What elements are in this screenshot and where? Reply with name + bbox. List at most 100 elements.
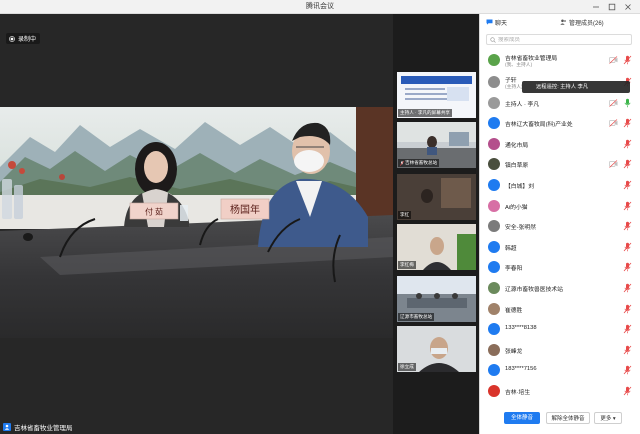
mic-muted-icon[interactable]	[623, 180, 632, 190]
member-search[interactable]	[486, 34, 632, 45]
thumbnail-label-text: 李红梅	[400, 262, 414, 267]
thumbnail-label: 李红梅	[398, 261, 416, 269]
member-name: 张峰龙	[505, 348, 523, 355]
member-role: (主持人)	[505, 85, 523, 90]
member-avatar	[488, 76, 500, 88]
chat-icon	[486, 19, 493, 25]
search-icon	[490, 36, 496, 43]
member-avatar	[488, 96, 500, 109]
active-speaker-name: 吉林省畜牧业管理局	[14, 424, 73, 432]
camera-off-icon[interactable]	[609, 56, 618, 64]
member-avatar	[488, 158, 500, 171]
main-video: 付 茹 杨国年	[0, 107, 393, 338]
person-left-face	[144, 151, 168, 183]
member-row[interactable]: 崔德胜	[480, 299, 640, 319]
member-row[interactable]: Ai的小猫	[480, 196, 640, 216]
mic-muted-icon[interactable]	[623, 283, 632, 293]
mic-muted-icon[interactable]	[623, 324, 632, 334]
member-row[interactable]: 183****7156	[480, 360, 640, 380]
camera-off-icon[interactable]	[609, 98, 618, 107]
member-name: 韩超	[505, 245, 517, 252]
tab-members-label: 管理成员(26)	[569, 20, 604, 27]
thumbnail-video[interactable]: 李红梅	[397, 224, 476, 270]
member-avatar	[488, 323, 500, 336]
mic-muted-icon[interactable]	[623, 304, 632, 314]
member-avatar	[488, 343, 500, 356]
member-avatar	[488, 54, 500, 66]
search-input[interactable]	[498, 36, 618, 43]
thumbnail-video[interactable]: 吉林省畜牧总站	[397, 122, 476, 168]
water-bottle	[2, 179, 12, 219]
tooltip-text: 远程遥控: 主持人 李凡	[536, 84, 589, 90]
member-row[interactable]: 133****8138	[480, 319, 640, 339]
conference-room-video: 付 茹 杨国年	[0, 107, 393, 338]
person-icon	[3, 422, 11, 431]
mic-muted-icon[interactable]	[623, 365, 632, 375]
camera-off-icon[interactable]	[609, 119, 618, 127]
member-row[interactable]: 安全-张明然	[480, 216, 640, 236]
title-bar: 腾讯会议	[0, 0, 640, 14]
member-role: (我、主持人)	[505, 63, 533, 68]
mic-muted-icon[interactable]	[623, 118, 632, 128]
recording-indicator[interactable]: 录制中	[6, 33, 41, 44]
member-name: 崔德胜	[505, 307, 523, 314]
mic-muted-icon[interactable]	[623, 345, 632, 355]
thumbnail-screen-share[interactable]: 主持人 · 李凡的屏幕共享	[397, 72, 476, 118]
member-avatar	[488, 240, 500, 253]
unmute-all-button[interactable]: 解除全体静音	[546, 412, 590, 424]
close-icon[interactable]	[624, 3, 632, 11]
member-name: 李春阳	[505, 266, 523, 273]
member-row[interactable]: 镇白草原	[480, 154, 640, 174]
recording-label: 录制中	[18, 37, 37, 43]
member-row[interactable]: 吉林·培生	[480, 381, 640, 401]
thumbnail-label-text: 吉林省畜牧总站	[405, 160, 438, 165]
thumbnail-video[interactable]: 李红	[397, 174, 476, 220]
camera-off-icon[interactable]	[609, 160, 618, 169]
member-row[interactable]: 通化市局	[480, 134, 640, 154]
more-button[interactable]: 更多 ▾	[594, 412, 622, 424]
member-avatar	[488, 385, 500, 397]
window-title: 腾讯会议	[306, 3, 334, 10]
thumbnail-label: 主持人 · 李凡的屏幕共享	[398, 109, 453, 117]
member-avatar	[488, 117, 500, 130]
member-name: 通化市局	[505, 142, 529, 149]
minimize-icon[interactable]	[592, 3, 600, 11]
member-row[interactable]: 张峰龙	[480, 340, 640, 360]
water-bottle	[180, 205, 188, 221]
member-name: 辽源市畜牧兽医技术站	[505, 287, 563, 293]
active-speaker-label: 吉林省畜牧业管理局	[3, 421, 73, 432]
member-row[interactable]: 李春阳	[480, 257, 640, 277]
member-row[interactable]: 吉林辽大畜牧局(科)产业处	[480, 113, 640, 133]
member-avatar	[488, 282, 500, 294]
member-name: 133****8138	[505, 325, 537, 332]
member-avatar	[488, 199, 500, 212]
thumbnail-video[interactable]: 徐立成	[397, 326, 476, 372]
mic-muted-icon[interactable]	[623, 55, 632, 65]
mic-icon[interactable]	[623, 98, 632, 108]
member-avatar	[488, 302, 500, 315]
thumbnail-video[interactable]: 辽源市畜牧总站	[397, 276, 476, 322]
mic-muted-icon[interactable]	[623, 242, 632, 252]
member-row[interactable]: 主持人 · 李凡	[480, 93, 640, 113]
mute-all-button[interactable]: 全体静音	[504, 412, 540, 424]
maximize-icon[interactable]	[608, 3, 616, 11]
name-placard-left-text: 付 茹	[145, 207, 163, 217]
mic-muted-icon[interactable]	[623, 201, 632, 211]
member-avatar	[488, 261, 500, 274]
member-row[interactable]: 韩超	[480, 237, 640, 257]
mic-muted-icon[interactable]	[623, 221, 632, 231]
mic-muted-icon[interactable]	[623, 386, 632, 396]
member-row[interactable]: 吉林省畜牧业管理局 (我、主持人)	[480, 50, 640, 72]
member-name: Ai的小猫	[505, 204, 528, 211]
thumbnail-label-text: 辽源市畜牧总站	[400, 314, 433, 319]
tab-chat[interactable]: 聊天	[486, 16, 507, 28]
tab-members[interactable]: 管理成员(26)	[560, 16, 604, 28]
water-bottle	[14, 185, 23, 219]
member-avatar	[488, 364, 500, 377]
mic-muted-icon[interactable]	[623, 262, 632, 272]
member-row[interactable]: 辽源市畜牧兽医技术站	[480, 278, 640, 298]
member-row[interactable]: 【白城】刘	[480, 175, 640, 195]
mic-muted-icon[interactable]	[623, 159, 632, 169]
member-panel: 聊天 管理成员(26) 吉林省畜牧业管理局(我、主持人)子轩(主持人)主持人 ·…	[479, 14, 640, 434]
mic-muted-icon[interactable]	[623, 139, 632, 149]
